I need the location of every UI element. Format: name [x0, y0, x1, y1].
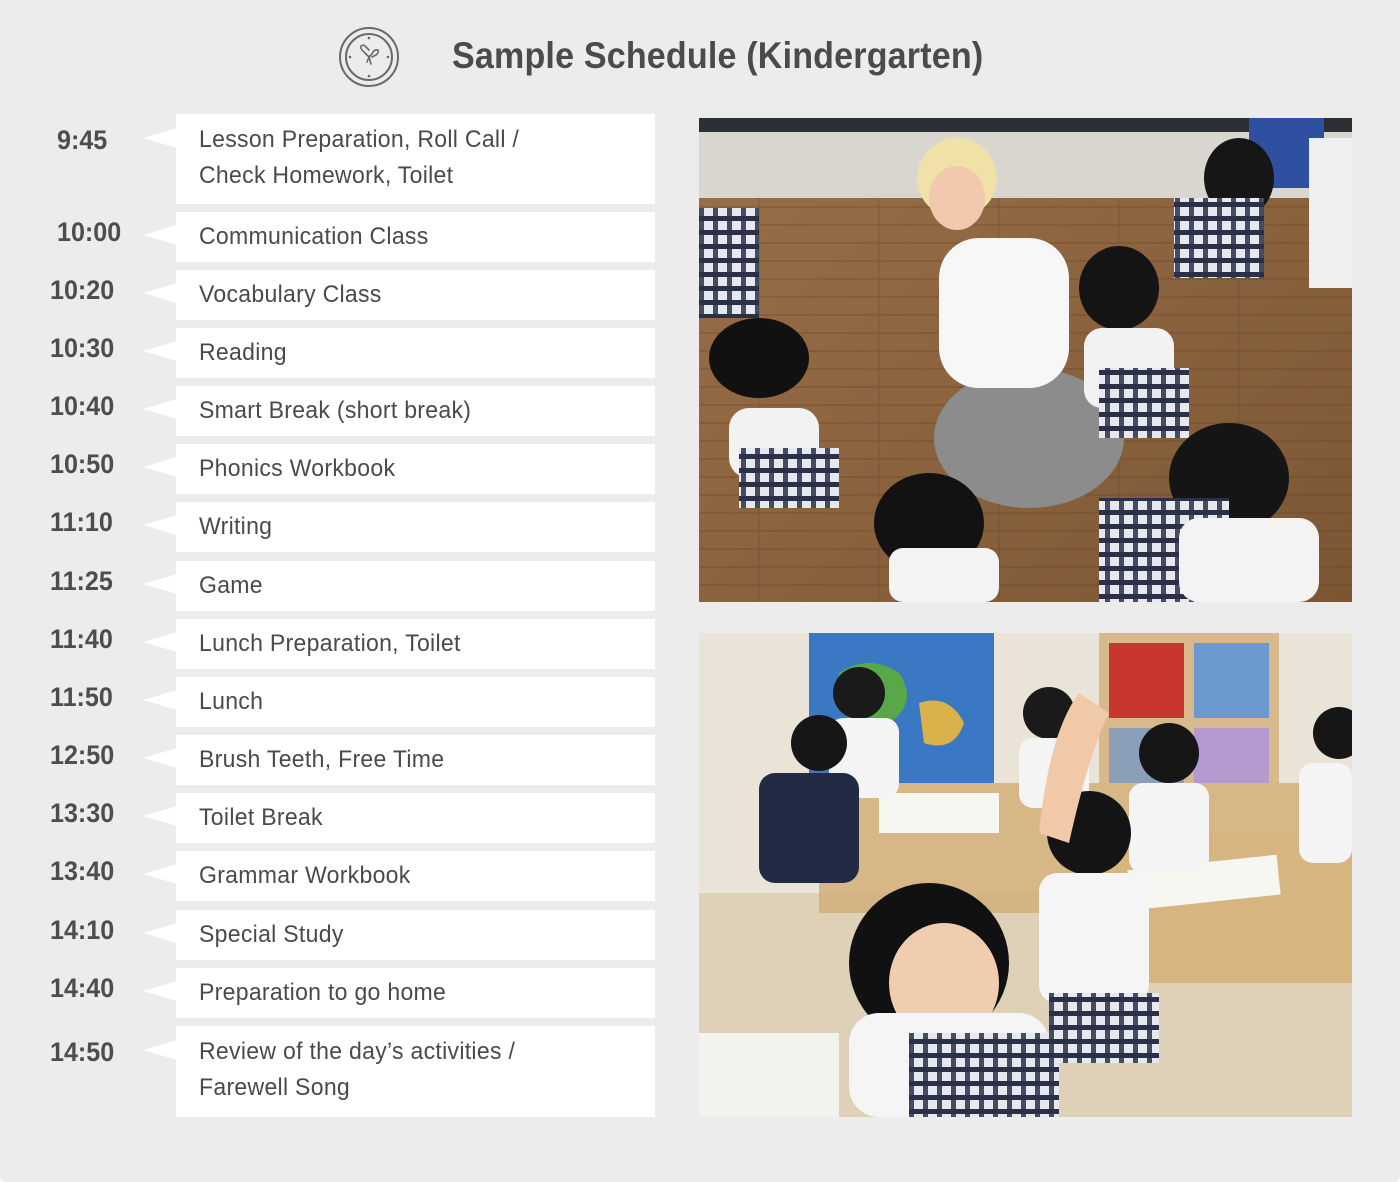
schedule-row: 12:50 Brush Teeth, Free Time: [0, 735, 660, 785]
schedule-row: 10:20 Vocabulary Class: [0, 270, 660, 320]
bubble-pointer: [143, 632, 177, 652]
activity-label: Lunch Preparation, Toilet: [199, 630, 461, 657]
activity-box: Vocabulary Class: [176, 270, 655, 320]
schedule-row: 13:40 Grammar Workbook: [0, 851, 660, 901]
bubble-pointer: [143, 399, 177, 419]
schedule-time: 10:20: [50, 275, 115, 305]
schedule-time: 14:40: [50, 973, 115, 1003]
schedule-time: 10:00: [57, 217, 122, 247]
schedule-row: 10:00 Communication Class: [0, 212, 660, 262]
bubble-pointer: [143, 283, 177, 303]
clock-icon: [338, 26, 400, 88]
schedule-row: 14:50 Review of the day’s activities / Fa…: [0, 1026, 660, 1117]
activity-box: Preparation to go home: [176, 968, 655, 1018]
bubble-pointer: [143, 515, 177, 535]
activity-label: Special Study: [199, 921, 344, 948]
photo-classroom-raised-hand: [699, 633, 1352, 1117]
activity-label: Vocabulary Class: [199, 281, 382, 308]
schedule-row: 11:40 Lunch Preparation, Toilet: [0, 619, 660, 669]
activity-label: Lesson Preparation, Roll Call / Check Ho…: [199, 126, 520, 189]
activity-box: Writing: [176, 502, 655, 552]
schedule-time: 11:50: [50, 682, 113, 712]
schedule-time: 11:40: [50, 624, 113, 654]
page-title: Sample Schedule (Kindergarten): [452, 35, 984, 76]
schedule-row: 13:30 Toilet Break: [0, 793, 660, 843]
bubble-pointer: [143, 806, 177, 826]
activity-label: Writing: [199, 513, 273, 540]
schedule-row: 10:50 Phonics Workbook: [0, 444, 660, 494]
activity-box: Lesson Preparation, Roll Call / Check Ho…: [176, 114, 655, 204]
schedule-time: 10:50: [50, 449, 115, 479]
bubble-pointer: [143, 574, 177, 594]
activity-box: Toilet Break: [176, 793, 655, 843]
activity-label: Review of the day’s activities / Farewel…: [199, 1038, 516, 1101]
activity-box: Brush Teeth, Free Time: [176, 735, 655, 785]
activity-label: Reading: [199, 339, 287, 366]
schedule-row: 11:10 Writing: [0, 502, 660, 552]
bubble-pointer: [143, 341, 177, 361]
schedule-row: 10:40 Smart Break (short break): [0, 386, 660, 436]
activity-box: Lunch: [176, 677, 655, 727]
activity-box: Game: [176, 561, 655, 611]
bubble-pointer: [143, 128, 177, 148]
activity-label: Toilet Break: [199, 804, 323, 831]
activity-box: Reading: [176, 328, 655, 378]
activity-label: Preparation to go home: [199, 979, 447, 1006]
activity-box: Phonics Workbook: [176, 444, 655, 494]
schedule-page: Sample Schedule (Kindergarten) 9:45 Lesso…: [0, 0, 1400, 1182]
activity-box: Lunch Preparation, Toilet: [176, 619, 655, 669]
schedule-row: 11:25 Game: [0, 561, 660, 611]
schedule-row: 9:45 Lesson Preparation, Roll Call / Chec…: [0, 114, 660, 204]
activity-label: Grammar Workbook: [199, 862, 411, 889]
activity-label: Brush Teeth, Free Time: [199, 746, 445, 773]
bubble-pointer: [143, 864, 177, 884]
schedule-time: 14:50: [50, 1037, 115, 1067]
schedule-time: 13:40: [50, 856, 115, 886]
activity-box: Grammar Workbook: [176, 851, 655, 901]
bubble-pointer: [143, 457, 177, 477]
activity-label: Game: [199, 572, 263, 599]
activity-label: Communication Class: [199, 223, 429, 250]
activity-box: Communication Class: [176, 212, 655, 262]
schedule-row: 11:50 Lunch: [0, 677, 660, 727]
schedule-time: 11:25: [50, 566, 113, 596]
bubble-pointer: [143, 923, 177, 943]
schedule-time: 10:30: [50, 333, 115, 363]
bubble-pointer: [143, 748, 177, 768]
bubble-pointer: [143, 1040, 177, 1060]
schedule-time: 9:45: [57, 125, 108, 155]
schedule-row: 10:30 Reading: [0, 328, 660, 378]
activity-box: Review of the day’s activities / Farewel…: [176, 1026, 655, 1117]
bubble-pointer: [143, 225, 177, 245]
activity-label: Lunch: [199, 688, 264, 715]
activity-label: Phonics Workbook: [199, 455, 396, 482]
schedule-time: 11:10: [50, 507, 113, 537]
activity-box: Smart Break (short break): [176, 386, 655, 436]
schedule-time: 14:10: [50, 915, 115, 945]
activity-box: Special Study: [176, 910, 655, 960]
schedule-row: 14:40 Preparation to go home: [0, 968, 660, 1018]
header: Sample Schedule (Kindergarten): [0, 0, 1400, 112]
schedule-time: 13:30: [50, 798, 115, 828]
schedule-time: 12:50: [50, 740, 115, 770]
activity-label: Smart Break (short break): [199, 397, 472, 424]
bubble-pointer: [143, 981, 177, 1001]
bubble-pointer: [143, 690, 177, 710]
schedule-row: 14:10 Special Study: [0, 910, 660, 960]
schedule-time: 10:40: [50, 391, 115, 421]
photo-teacher-high-five: [699, 118, 1352, 602]
